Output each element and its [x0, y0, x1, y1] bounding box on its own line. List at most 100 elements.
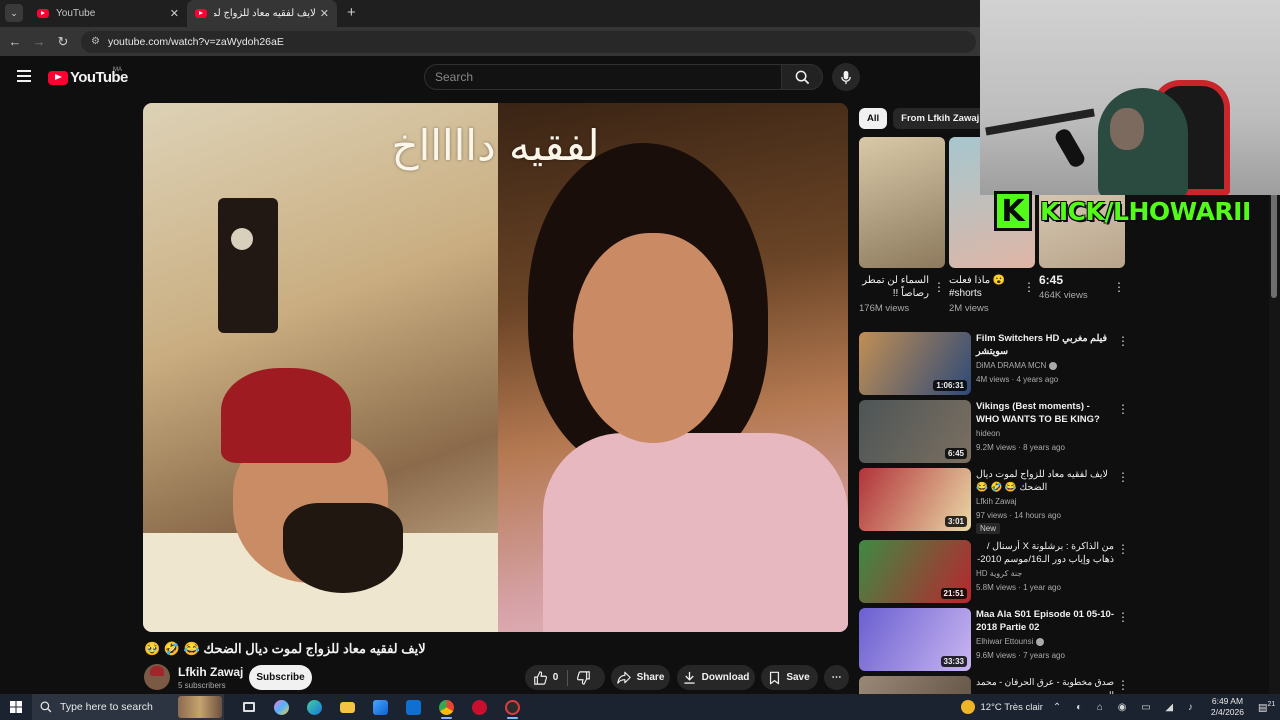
weather-icon [960, 700, 975, 714]
back-arrow-icon[interactable]: ← [3, 34, 27, 49]
chip-from-channel[interactable]: From Lfkih Zawaj [893, 108, 988, 129]
youtube-logo[interactable]: YouTube MA [48, 67, 128, 86]
scrollbar-thumb[interactable] [1271, 178, 1277, 298]
country-code: MA [113, 67, 122, 73]
url-text: youtube.com/watch?v=zaWydoh26aE [107, 35, 284, 48]
short-item[interactable]: السماء لن تمطر رصاصاً !! 176M views ⋮ [859, 137, 945, 314]
streamer [1098, 88, 1188, 195]
tab-youtube[interactable]: YouTube ✕ [29, 0, 187, 27]
pinned-apps [232, 694, 529, 720]
start-button[interactable] [0, 701, 32, 713]
short-thumbnail[interactable] [859, 137, 945, 268]
search-button[interactable] [781, 64, 823, 90]
more-actions-button[interactable]: ⋯ [824, 665, 849, 690]
video-thumbnail[interactable]: 1:06:31 [859, 332, 971, 395]
dislike-icon[interactable] [577, 670, 591, 685]
close-tab-icon[interactable]: ✕ [170, 7, 179, 20]
taskbar-search[interactable]: Type here to search [32, 694, 224, 720]
reload-icon[interactable]: ↻ [51, 34, 75, 50]
recommendation-item[interactable]: 3:01 لايف لفقيه معاد للزواج لموت ديال ال… [859, 468, 1129, 534]
video-thumbnail[interactable]: 3:01 [859, 468, 971, 531]
video-title[interactable]: Maa Ala S01 Episode 01 05-10-2018 Partie… [976, 608, 1114, 634]
more-options-icon[interactable]: ⋮ [1117, 470, 1129, 484]
share-button[interactable]: Share [611, 665, 670, 690]
menu-icon[interactable] [17, 70, 31, 82]
recommendation-item[interactable]: 21:51 من الذاكرة : برشلونة X أرسنال /ذها… [859, 540, 1129, 604]
more-options-icon[interactable]: ⋮ [1117, 678, 1124, 692]
youtube-play-icon [48, 70, 68, 85]
recommendation-item[interactable]: صدق مخطوبة - عرق الحرفان - محمد البدري ⋮ [859, 676, 1124, 694]
url-field[interactable]: ⚙ youtube.com/watch?v=zaWydoh26aE [81, 30, 976, 53]
app-button[interactable] [463, 694, 496, 720]
wall-clock [218, 198, 278, 333]
kick-channel-banner: K KICK/LHOWARII [994, 191, 1251, 231]
store-button[interactable] [364, 694, 397, 720]
channel-name[interactable]: Elhiwar Ettounsi [976, 637, 1045, 646]
more-options-icon[interactable]: ⋮ [933, 280, 945, 294]
outlook-button[interactable] [397, 694, 430, 720]
video-meta: 4M views · 4 years ago [976, 375, 1059, 384]
video-title[interactable]: من الذاكرة : برشلونة X أرسنال /ذهاب وإيا… [976, 540, 1114, 566]
video-thumbnail[interactable]: 21:51 [859, 540, 971, 603]
chrome-button[interactable] [430, 694, 463, 720]
edge-button[interactable] [298, 694, 331, 720]
channel-name[interactable]: DiMA DRAMA MCN [976, 361, 1058, 370]
save-button[interactable]: Save [761, 665, 818, 690]
recommendation-item[interactable]: 1:06:31 Film Switchers HD فيلم مغربي سوي… [859, 332, 1129, 396]
like-icon[interactable] [533, 670, 547, 685]
edge-icon [307, 699, 322, 715]
more-options-icon[interactable]: ⋮ [1117, 610, 1129, 624]
channel-name[interactable]: Lfkih Zawaj [178, 665, 243, 679]
streamer-face [1110, 108, 1144, 150]
notification-button[interactable]: ▤21 [1258, 701, 1280, 713]
weather-widget[interactable]: 12°C Très clair [960, 700, 1043, 714]
tab-title: لايف لفقيه معاد للزواج لموت ديا| [214, 8, 316, 19]
more-options-icon[interactable]: ⋮ [1023, 280, 1035, 294]
more-options-icon[interactable]: ⋮ [1117, 402, 1129, 416]
more-options-icon[interactable]: ⋮ [1117, 334, 1129, 348]
search-icon [795, 70, 809, 84]
duration-badge: 3:01 [944, 516, 967, 527]
short-title[interactable]: 6:45 [1039, 274, 1109, 287]
video-title[interactable]: Film Switchers HD فيلم مغربي سويتشر [976, 332, 1114, 358]
more-options-icon[interactable]: ⋮ [1117, 542, 1129, 556]
download-button[interactable]: Download [677, 665, 755, 690]
video-title[interactable]: Vikings (Best moments) - WHO WANTS TO BE… [976, 400, 1114, 426]
voice-search-button[interactable] [832, 63, 860, 91]
search-input[interactable]: Search [424, 64, 782, 90]
channel-name[interactable]: Lfkih Zawaj [976, 497, 1016, 506]
copilot-button[interactable] [265, 694, 298, 720]
tab-list-button[interactable]: ⌄ [5, 4, 23, 22]
more-options-icon[interactable]: ⋮ [1113, 280, 1125, 294]
short-title[interactable]: ماذا فعلت 😮 #shorts [949, 274, 1019, 300]
like-dislike-group: 0 [525, 665, 605, 690]
chip-all[interactable]: All [859, 108, 888, 129]
video-meta: 5.8M views · 1 year ago [976, 583, 1061, 592]
video-title[interactable]: لايف لفقيه معاد للزواج لموت ديال الضحك 😂… [976, 468, 1114, 494]
obs-button[interactable] [496, 694, 529, 720]
taskbar-search-placeholder: Type here to search [60, 701, 153, 713]
task-view-button[interactable] [232, 694, 265, 720]
tray-icons[interactable]: ⌃ ◐ ⌂ ◉ ▭ ◢ ♪ [1053, 702, 1199, 713]
subscribe-button[interactable]: Subscribe [249, 665, 312, 690]
recommendation-item[interactable]: 33:33 Maa Ala S01 Episode 01 05-10-2018 … [859, 608, 1129, 672]
video-title[interactable]: صدق مخطوبة - عرق الحرفان - محمد البدري [976, 676, 1114, 694]
tab-active-video[interactable]: لايف لفقيه معاد للزواج لموت ديا| ✕ [187, 0, 337, 27]
search-icon [40, 701, 52, 713]
forward-arrow-icon[interactable]: → [27, 34, 51, 49]
channel-avatar[interactable] [144, 664, 170, 690]
short-title[interactable]: السماء لن تمطر رصاصاً !! [859, 274, 929, 300]
taskbar-clock[interactable]: 6:49 AM 2/4/2026 [1211, 696, 1244, 718]
explorer-button[interactable] [331, 694, 364, 720]
new-tab-button[interactable]: + [347, 4, 356, 21]
recommendation-item[interactable]: 6:45 Vikings (Best moments) - WHO WANTS … [859, 400, 1129, 464]
video-player[interactable]: لفقيه داااااخ [143, 103, 848, 632]
video-thumbnail[interactable]: 6:45 [859, 400, 971, 463]
video-thumbnail[interactable] [859, 676, 971, 694]
close-tab-icon[interactable]: ✕ [320, 7, 329, 20]
page-scrollbar[interactable] [1269, 178, 1280, 698]
channel-name[interactable]: hideon [976, 429, 1000, 438]
site-info-icon[interactable]: ⚙ [91, 36, 100, 47]
video-thumbnail[interactable]: 33:33 [859, 608, 971, 671]
channel-name[interactable]: HD جنة كروية [976, 569, 1022, 578]
